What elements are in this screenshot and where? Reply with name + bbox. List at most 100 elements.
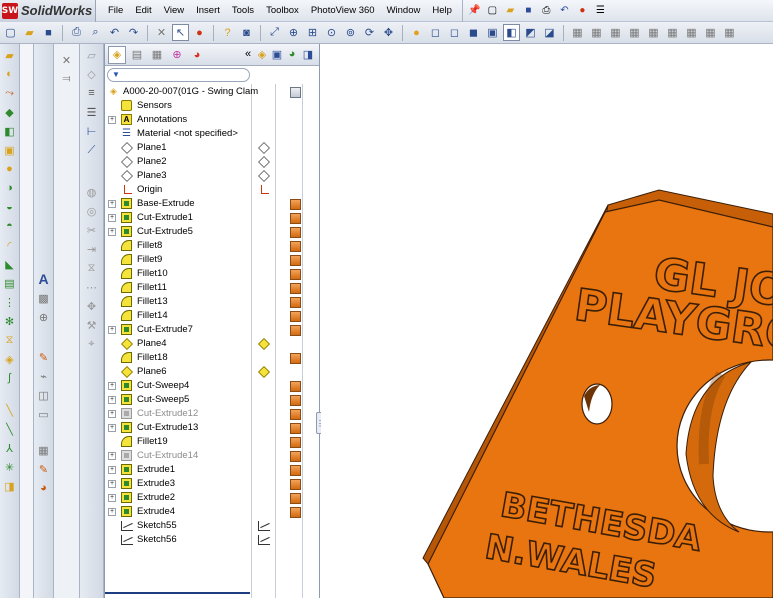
rebuild-icon[interactable]: ● [191,24,208,41]
centerline-icon[interactable]: ☰ [84,104,100,120]
hole-wizard-icon[interactable]: ● [2,161,18,177]
section-pane-icon[interactable]: ◨ [301,46,315,62]
display-pane-icon[interactable]: ▣ [270,46,284,62]
appearance-pane-cell[interactable] [288,239,302,253]
smart-dimension-icon[interactable]: ◇ [84,66,100,82]
app-logo[interactable]: SW SolidWorks [0,0,96,22]
appearance-pane-cell[interactable] [288,351,302,365]
appearance-pane-cell[interactable] [288,435,302,449]
tree-item-material-not-specified[interactable]: ☰ Material <not specified> [105,127,321,141]
open-icon[interactable]: ▰ [21,24,38,41]
display-pane-cell[interactable] [257,155,271,169]
standard-views-icon[interactable]: ▦ [588,24,605,41]
note-text-icon[interactable]: A [36,271,52,287]
undo-icon[interactable]: ↶ [557,3,572,18]
hole-callout-icon[interactable]: ⌁ [36,368,52,384]
print-icon[interactable]: ⎙ [539,3,554,18]
tree-item-cut-extrude5[interactable]: + Cut-Extrude5 [105,225,321,239]
relation-icon[interactable]: ⟋ [84,142,100,158]
chamfer-icon[interactable]: ◣ [2,256,18,272]
tree-item-sensors[interactable]: Sensors [105,99,321,113]
tree-item-cut-sweep5[interactable]: + Cut-Sweep5 [105,393,321,407]
tree-item-annotations[interactable]: + A Annotations [105,113,321,127]
display-pane-cell[interactable] [257,365,271,379]
hidden-lines-removed-icon[interactable]: ◼ [465,24,482,41]
convert-entities-icon[interactable]: ◍ [84,184,100,200]
pin-icon[interactable]: 📌 [467,3,482,18]
block-icon[interactable]: ▭ [36,406,52,422]
display-pane-cell[interactable] [257,519,271,533]
revolved-cut-icon[interactable]: ◑ [2,180,18,196]
offset-entities-icon[interactable]: ◎ [84,203,100,219]
fillet-icon[interactable]: ◜ [2,237,18,253]
view-bottom-icon[interactable]: ▦ [702,24,719,41]
menu-toolbox[interactable]: Toolbox [260,0,305,22]
tree-item-cut-sweep4[interactable]: + Cut-Sweep4 [105,379,321,393]
appearance-pane-cell[interactable] [288,323,302,337]
tree-item-fillet11[interactable]: Fillet11 [105,281,321,295]
tree-item-fillet13[interactable]: Fillet13 [105,295,321,309]
rebuild-icon[interactable]: ● [575,3,590,18]
tree-item-cut-extrude14[interactable]: + Cut-Extrude14 [105,449,321,463]
appearance-pane-cell[interactable] [288,379,302,393]
appearance-pane-cell[interactable] [288,253,302,267]
appearance-pane-cell[interactable] [288,295,302,309]
tree-item-fillet10[interactable]: Fillet10 [105,267,321,281]
tree-item-fillet9[interactable]: Fillet9 [105,253,321,267]
expand-icon[interactable]: + [108,466,116,474]
tree-item-cut-extrude1[interactable]: + Cut-Extrude1 [105,211,321,225]
hidden-lines-visible-icon[interactable]: ◻ [446,24,463,41]
appearance-pane-cell[interactable] [288,505,302,519]
dimension-icon[interactable]: ⊢ [84,123,100,139]
expand-icon[interactable]: + [108,116,116,124]
swept-cut-icon[interactable]: ◒ [2,199,18,215]
trim-icon[interactable]: ✂ [84,222,100,238]
tree-item-sketch56[interactable]: Sketch56 [105,533,321,547]
collapse-panel-icon[interactable]: « [241,46,255,62]
tree-item-cut-extrude13[interactable]: + Cut-Extrude13 [105,421,321,435]
menu-photoview[interactable]: PhotoView 360 [305,0,381,22]
tree-item-fillet18[interactable]: Fillet18 [105,351,321,365]
appearance-pane-cell[interactable] [288,463,302,477]
print-preview-icon[interactable]: ⌕ [87,24,104,41]
display-pane-cell[interactable] [288,85,302,99]
tree-item-plane3[interactable]: Plane3 [105,169,321,183]
menu-window[interactable]: Window [381,0,427,22]
tree-item-extrude3[interactable]: + Extrude3 [105,477,321,491]
print-icon[interactable]: ⎙ [68,24,85,41]
weld-symbol-icon[interactable]: ✎ [36,349,52,365]
menu-insert[interactable]: Insert [190,0,226,22]
sketch-star-icon[interactable]: ✳ [2,459,18,475]
circular-pattern-icon[interactable]: ✻ [2,313,18,329]
rib-icon[interactable]: ▤ [2,275,18,291]
expand-icon[interactable]: + [108,326,116,334]
pencil-icon[interactable]: ✎ [36,461,52,477]
undo-icon[interactable]: ↶ [106,24,123,41]
appearance-pane-cell[interactable] [288,477,302,491]
section-view-icon[interactable]: ◪ [541,24,558,41]
tree-item-sketch55[interactable]: Sketch55 [105,519,321,533]
rollback-bar[interactable] [105,592,250,594]
select-arrow-icon[interactable]: ↖ [172,24,189,41]
view-back-icon[interactable]: ▦ [626,24,643,41]
display-pane-cell[interactable] [257,169,271,183]
expand-icon[interactable]: + [108,228,116,236]
lofted-cut-icon[interactable]: ◓ [2,218,18,234]
view-right-icon[interactable]: ▦ [664,24,681,41]
tree-item-base-extrude[interactable]: + Base-Extrude [105,197,321,211]
mirror-entities-icon[interactable]: ⧖ [84,260,100,276]
menu-view[interactable]: View [158,0,190,22]
view-iso-icon[interactable]: ▦ [721,24,738,41]
expand-icon[interactable]: + [108,410,116,418]
shaded-icon[interactable]: ◧ [503,24,520,41]
options-icon[interactable]: ☰ [593,3,608,18]
appearance-icon[interactable]: ● [408,24,425,41]
view-front-icon[interactable]: ▦ [607,24,624,41]
camera-icon[interactable]: ◙ [238,24,255,41]
tree-item-extrude4[interactable]: + Extrude4 [105,505,321,519]
save-icon[interactable]: ■ [40,24,57,41]
extruded-cut-icon[interactable]: ▣ [2,142,18,158]
hide-show-tree-icon[interactable]: ◈ [255,46,269,62]
line-list-icon[interactable]: ≡ [84,85,100,101]
extend-icon[interactable]: ⇥ [84,241,100,257]
